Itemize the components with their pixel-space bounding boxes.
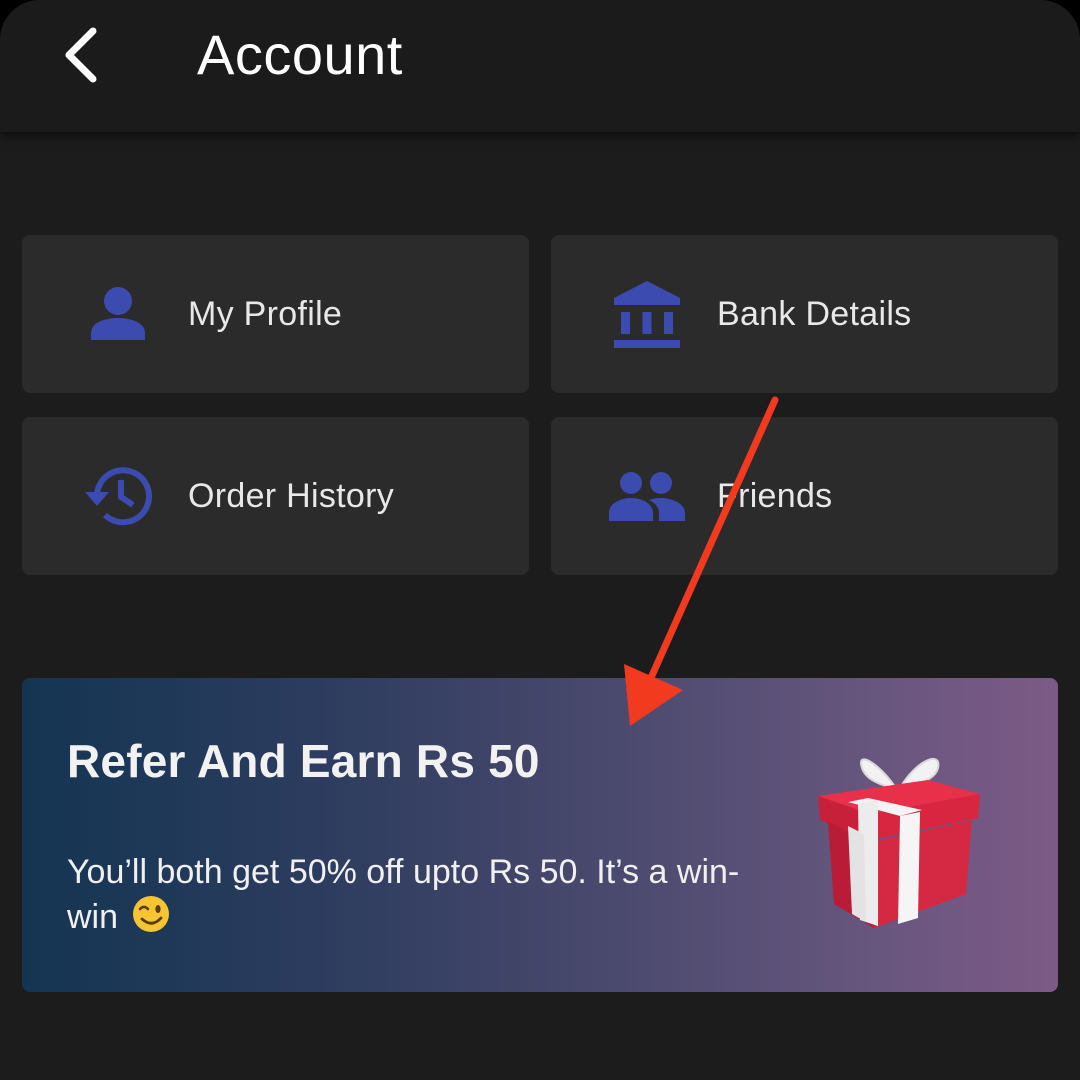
- my-profile-label: My Profile: [188, 294, 343, 333]
- person-icon: [78, 274, 158, 354]
- refer-and-earn-banner[interactable]: Refer And Earn Rs 50 You’ll both get 50%…: [22, 678, 1058, 992]
- back-button[interactable]: [46, 20, 116, 90]
- wink-emoji-icon: [131, 894, 171, 945]
- friends-tile[interactable]: Friends: [551, 417, 1058, 575]
- friends-label: Friends: [717, 476, 833, 515]
- bank-details-label: Bank Details: [717, 294, 912, 333]
- app-bar: Account: [0, 0, 1080, 132]
- my-profile-tile[interactable]: My Profile: [22, 235, 529, 393]
- refer-title: Refer And Earn Rs 50: [67, 735, 540, 787]
- order-history-label: Order History: [188, 476, 395, 515]
- bank-details-tile[interactable]: Bank Details: [551, 235, 1058, 393]
- history-icon: [78, 456, 158, 536]
- gift-box-icon: [818, 757, 980, 928]
- bank-icon: [607, 274, 687, 354]
- account-screen: Account My Profile Bank Details Order Hi…: [0, 0, 1080, 1080]
- refer-description: You’ll both get 50% off upto Rs 50. It’s…: [67, 850, 787, 945]
- chevron-left-icon: [65, 27, 97, 83]
- people-icon: [607, 456, 687, 536]
- order-history-tile[interactable]: Order History: [22, 417, 529, 575]
- page-title: Account: [197, 23, 403, 86]
